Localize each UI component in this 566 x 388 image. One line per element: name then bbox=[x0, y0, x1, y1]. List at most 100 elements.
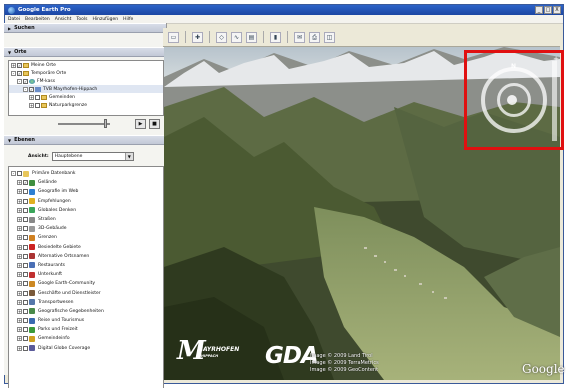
close-button[interactable]: X bbox=[553, 6, 561, 14]
places-tree-item[interactable]: - ✓ TVB Mayrhofen-Hippach bbox=[9, 85, 163, 93]
expand-icon[interactable]: + bbox=[17, 207, 22, 213]
collapse-icon[interactable]: - bbox=[11, 70, 16, 76]
expand-icon[interactable]: + bbox=[17, 189, 22, 195]
print-icon[interactable]: ⎙ bbox=[309, 31, 320, 43]
expand-icon[interactable]: + bbox=[17, 262, 22, 268]
expand-icon[interactable]: + bbox=[17, 290, 22, 296]
places-tree-item[interactable]: + Naturparkgrenze bbox=[9, 101, 163, 109]
checkbox[interactable] bbox=[23, 327, 28, 333]
checkbox[interactable] bbox=[23, 198, 28, 204]
checkbox[interactable] bbox=[23, 235, 28, 241]
expand-icon[interactable]: + bbox=[17, 253, 22, 259]
layers-tree-item[interactable]: + Google Earth-Community bbox=[9, 279, 163, 288]
overlay-icon[interactable]: ▤ bbox=[246, 31, 257, 43]
checkbox[interactable] bbox=[23, 244, 28, 250]
menu-bearbeiten[interactable]: Bearbeiten bbox=[25, 17, 50, 22]
checkbox[interactable]: ✓ bbox=[23, 78, 28, 84]
expand-icon[interactable]: + bbox=[17, 217, 22, 223]
expand-icon[interactable]: + bbox=[17, 198, 22, 204]
layers-tree-item[interactable]: + Gemeindeinfo bbox=[9, 334, 163, 343]
menu-tools[interactable]: Tools bbox=[76, 17, 87, 22]
checkbox[interactable] bbox=[23, 207, 28, 213]
checkbox[interactable] bbox=[23, 226, 28, 232]
polygon-icon[interactable]: ◇ bbox=[216, 31, 227, 43]
layers-tree-item[interactable]: + Parks und Freizeit bbox=[9, 325, 163, 334]
expand-icon[interactable]: + bbox=[11, 62, 16, 68]
ruler-icon[interactable]: ▮ bbox=[270, 31, 281, 43]
layers-tree-item[interactable]: + Globales Denken bbox=[9, 206, 163, 215]
search-panel-header[interactable]: ▶ Suchen bbox=[4, 23, 166, 33]
layers-panel-header[interactable]: ▼ Ebenen bbox=[4, 135, 166, 145]
checkbox[interactable] bbox=[23, 281, 28, 287]
checkbox[interactable] bbox=[23, 262, 28, 268]
layers-tree-item[interactable]: + Digital Globe Coverage bbox=[9, 344, 163, 353]
layers-tree-item[interactable]: + Geschäfte und Dienstleister bbox=[9, 288, 163, 297]
layers-tree-item[interactable]: +3D-Gebäude bbox=[9, 224, 163, 233]
places-tree-item[interactable]: + ✓ Meine Orte bbox=[9, 61, 163, 69]
expand-icon[interactable]: + bbox=[17, 226, 22, 232]
expand-icon[interactable]: + bbox=[17, 345, 22, 351]
menu-hinzufuegen[interactable]: Hinzufügen bbox=[92, 17, 118, 22]
north-indicator[interactable]: N bbox=[511, 63, 516, 70]
placemark-icon[interactable]: ✚ bbox=[192, 31, 203, 43]
checkbox[interactable] bbox=[23, 308, 28, 314]
tour-slider-track[interactable] bbox=[58, 123, 110, 125]
collapse-icon[interactable]: - bbox=[17, 78, 22, 84]
expand-icon[interactable]: + bbox=[29, 102, 34, 108]
layers-tree-item[interactable]: + Straßen bbox=[9, 215, 163, 224]
sidebar-toggle-icon[interactable]: ▭ bbox=[168, 31, 179, 43]
checkbox[interactable] bbox=[23, 345, 28, 351]
places-tree-item[interactable]: + Gemeinden bbox=[9, 93, 163, 101]
zoom-in-icon[interactable]: + bbox=[553, 55, 559, 63]
layers-tree-item[interactable]: + Besiedelte Gebiete bbox=[9, 243, 163, 252]
collapse-icon[interactable]: - bbox=[11, 171, 16, 177]
expand-icon[interactable]: + bbox=[17, 281, 22, 287]
checkbox[interactable] bbox=[23, 336, 28, 342]
checkbox[interactable] bbox=[23, 318, 28, 324]
maximize-button[interactable]: □ bbox=[544, 6, 552, 14]
layers-tree-item[interactable]: + Unterkunft bbox=[9, 270, 163, 279]
expand-icon[interactable]: + bbox=[29, 94, 34, 100]
expand-icon[interactable]: + bbox=[17, 299, 22, 305]
expand-icon[interactable]: + bbox=[17, 327, 22, 333]
expand-icon[interactable]: + bbox=[17, 318, 22, 324]
view-dropdown[interactable]: Hauptebene ▼ bbox=[51, 151, 134, 161]
menu-ansicht[interactable]: Ansicht bbox=[55, 17, 72, 22]
checkbox[interactable] bbox=[23, 189, 28, 195]
checkbox[interactable] bbox=[23, 253, 28, 259]
layers-tree-item[interactable]: + Geografische Gegebenheiten bbox=[9, 307, 163, 316]
expand-icon[interactable]: + bbox=[17, 244, 22, 250]
places-tree-item[interactable]: - ✓ FM-kass bbox=[9, 77, 163, 85]
layers-tree-item[interactable]: + Restaurants bbox=[9, 261, 163, 270]
layers-tree-item[interactable]: + ✓ Gelände bbox=[9, 178, 163, 187]
layers-tree-item[interactable]: - Primäre Datenbank bbox=[9, 169, 163, 178]
places-tree-item[interactable]: - ✓ Temporäre Orte bbox=[9, 69, 163, 77]
checkbox[interactable] bbox=[35, 94, 40, 100]
email-icon[interactable]: ✉ bbox=[294, 31, 305, 43]
layers-tree-item[interactable]: + Grenzen bbox=[9, 233, 163, 242]
expand-icon[interactable]: + bbox=[17, 235, 22, 241]
expand-icon[interactable]: + bbox=[17, 180, 22, 186]
checkbox[interactable] bbox=[23, 217, 28, 223]
checkbox[interactable]: ✓ bbox=[23, 180, 28, 186]
layers-tree-item[interactable]: + Empfehlungen bbox=[9, 197, 163, 206]
expand-icon[interactable]: + bbox=[17, 308, 22, 314]
checkbox[interactable] bbox=[23, 272, 28, 278]
minimize-button[interactable]: _ bbox=[535, 6, 543, 14]
layers-tree-item[interactable]: + Reise und Tourismus bbox=[9, 316, 163, 325]
collapse-icon[interactable]: - bbox=[23, 86, 28, 92]
expand-icon[interactable]: + bbox=[17, 272, 22, 278]
places-panel-header[interactable]: ▼ Orte bbox=[4, 47, 166, 57]
joystick-center[interactable] bbox=[507, 95, 517, 105]
checkbox[interactable] bbox=[23, 290, 28, 296]
checkbox[interactable] bbox=[35, 102, 40, 108]
menu-datei[interactable]: Datei bbox=[8, 17, 20, 22]
zoom-slider[interactable] bbox=[552, 61, 557, 141]
expand-icon[interactable]: + bbox=[17, 336, 22, 342]
checkbox[interactable]: ✓ bbox=[17, 62, 22, 68]
checkbox[interactable]: ✓ bbox=[17, 70, 22, 76]
tour-slider-knob[interactable] bbox=[104, 119, 107, 128]
checkbox[interactable] bbox=[23, 299, 28, 305]
play-tour-button[interactable]: ▶ bbox=[135, 119, 146, 129]
path-icon[interactable]: ∿ bbox=[231, 31, 242, 43]
